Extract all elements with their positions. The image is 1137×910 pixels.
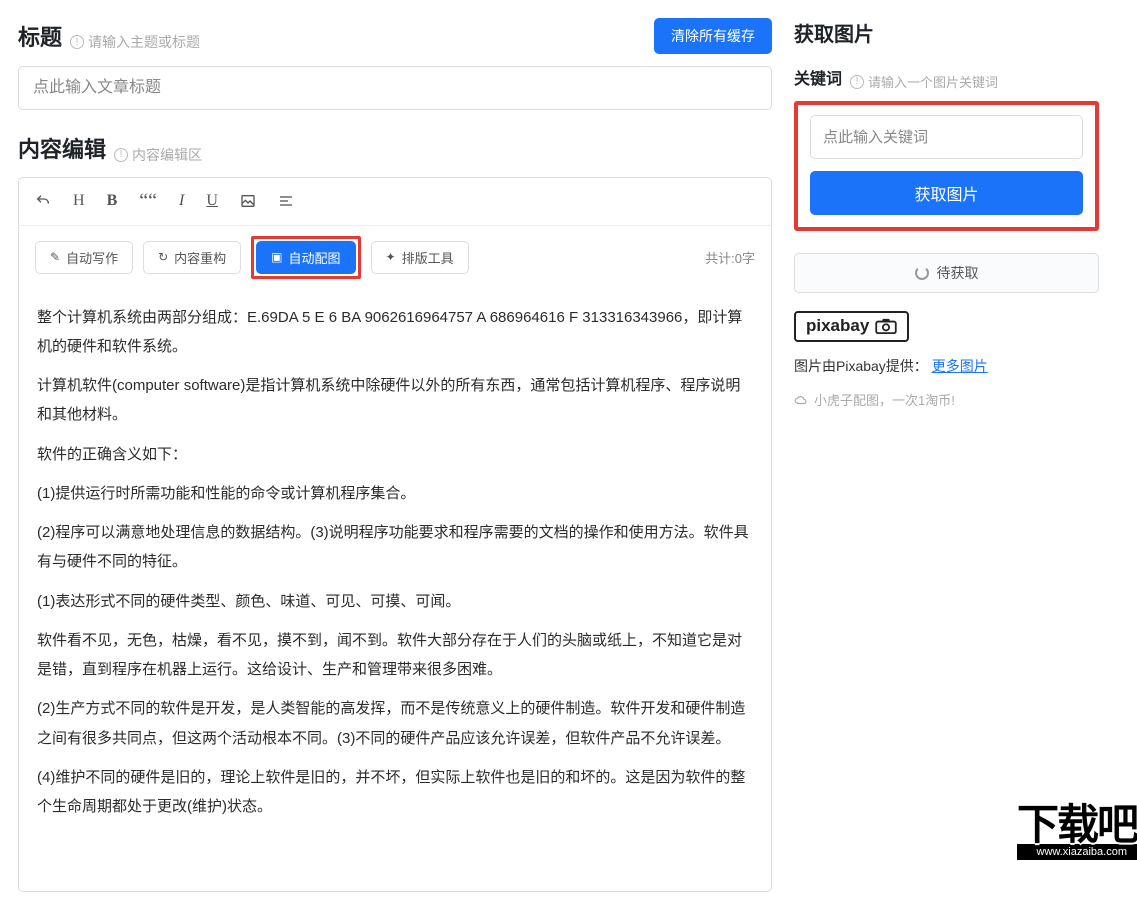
keyword-input[interactable]: [810, 115, 1083, 159]
bold-icon[interactable]: B: [107, 192, 118, 210]
fetch-status-text: 待获取: [937, 263, 979, 283]
auto-image-highlight: ▣ 自动配图: [251, 236, 360, 279]
action-toolbar: ✎ 自动写作 ↻ 内容重构 ▣ 自动配图: [19, 226, 771, 289]
editor-paragraph: (1)表达形式不同的硬件类型、颜色、味道、可见、可摸、可闻。: [37, 587, 753, 616]
info-icon: !: [850, 75, 864, 89]
auto-write-button[interactable]: ✎ 自动写作: [35, 241, 133, 274]
article-title-input[interactable]: [18, 66, 772, 110]
undo-icon[interactable]: [35, 193, 51, 209]
word-count: 共计:0字: [705, 248, 755, 267]
clear-cache-button[interactable]: 清除所有缓存: [654, 18, 772, 54]
picture-icon: ▣: [271, 250, 282, 264]
editor-paragraph: (4)维护不同的硬件是旧的，理论上软件是旧的，并不坏，但实际上软件也是旧的和坏的…: [37, 763, 753, 822]
wand-icon: ✦: [386, 250, 396, 264]
sidebar-title: 获取图片: [794, 18, 1099, 47]
editor-paragraph: 软件的正确含义如下：: [37, 440, 753, 469]
italic-icon[interactable]: I: [179, 192, 184, 210]
content-editor-section: 内容编辑 ! 内容编辑区 H B ““ I U: [18, 132, 772, 892]
spinner-icon: [915, 266, 929, 280]
editor-paragraph: (1)提供运行时所需功能和性能的命令或计算机程序集合。: [37, 479, 753, 508]
layout-tool-button[interactable]: ✦ 排版工具: [371, 241, 469, 274]
title-hint: ! 请输入主题或标题: [70, 32, 200, 52]
editor-paragraph: 计算机软件(computer software)是指计算机系统中除硬件以外的所有…: [37, 371, 753, 430]
balance-note: 小虎子配图，一次1淘币!: [794, 390, 955, 409]
image-icon[interactable]: [240, 193, 256, 209]
content-editor-hint: ! 内容编辑区: [114, 145, 202, 165]
quote-icon[interactable]: ““: [139, 190, 157, 213]
camera-icon: [875, 318, 897, 334]
editor-paragraph: 软件看不见，无色，枯燥，看不见，摸不到，闻不到。软件大部分存在于人们的头脑或纸上…: [37, 626, 753, 685]
more-images-link[interactable]: 更多图片: [932, 358, 988, 374]
fetch-status-panel: 待获取: [794, 253, 1099, 293]
keyword-label: 关键词: [794, 65, 842, 89]
format-toolbar: H B ““ I U: [19, 178, 771, 226]
title-label: 标题: [18, 20, 62, 52]
editor-paragraph: (2)生产方式不同的软件是开发，是人类智能的高发挥，而不是传统意义上的硬件制造。…: [37, 694, 753, 753]
editor-box: H B ““ I U ✎ 自动写作 ↻: [18, 177, 772, 893]
heading-icon[interactable]: H: [73, 192, 85, 210]
editor-content-area[interactable]: 整个计算机系统由两部分组成：E.69DA 5 E 6 BA 9062616964…: [19, 289, 771, 892]
info-icon: !: [114, 148, 128, 162]
main-column: 标题 ! 请输入主题或标题 清除所有缓存 内容编辑 ! 内容编辑区: [0, 0, 772, 910]
info-icon: !: [70, 35, 84, 49]
title-section-header: 标题 ! 请输入主题或标题 清除所有缓存: [18, 18, 772, 54]
cloud-icon: [794, 394, 808, 406]
pencil-icon: ✎: [50, 250, 60, 264]
align-left-icon[interactable]: [278, 193, 294, 209]
provider-line: 图片由Pixabay提供： 更多图片: [794, 356, 1099, 376]
sidebar-column: 获取图片 关键词 ! 请输入一个图片关键词 获取图片 待获取 pixabay 图…: [772, 0, 1117, 910]
content-editor-label: 内容编辑: [18, 132, 106, 164]
refresh-icon: ↻: [158, 250, 168, 264]
restructure-button[interactable]: ↻ 内容重构: [143, 241, 241, 274]
pixabay-logo: pixabay: [794, 311, 909, 342]
auto-image-button[interactable]: ▣ 自动配图: [256, 241, 355, 274]
keyword-hint: ! 请输入一个图片关键词: [850, 72, 998, 91]
keyword-panel-highlight: 获取图片: [794, 101, 1099, 231]
fetch-image-button[interactable]: 获取图片: [810, 171, 1083, 215]
editor-paragraph: (2)程序可以满意地处理信息的数据结构。(3)说明程序功能要求和程序需要的文档的…: [37, 518, 753, 577]
watermark: 下载吧 www.xiazaiba.com: [1017, 806, 1137, 860]
editor-paragraph: 整个计算机系统由两部分组成：E.69DA 5 E 6 BA 9062616964…: [37, 303, 753, 362]
underline-icon[interactable]: U: [206, 192, 218, 210]
